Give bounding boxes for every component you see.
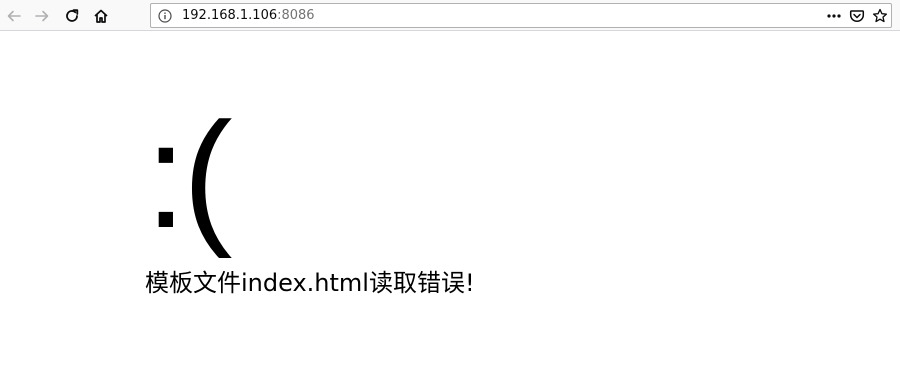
bookmark-button[interactable] — [870, 6, 890, 26]
address-bar[interactable]: 192.168.1.106:8086 — [150, 3, 892, 28]
forward-arrow-icon — [35, 10, 49, 22]
pocket-button[interactable] — [847, 6, 867, 26]
sad-face-emoticon: :( — [145, 91, 233, 259]
url-port: :8086 — [277, 8, 315, 23]
back-arrow-icon — [7, 10, 21, 22]
reload-icon — [66, 9, 79, 22]
page-actions-button[interactable] — [824, 6, 844, 26]
more-dots-icon — [827, 14, 841, 18]
url-text[interactable]: 192.168.1.106:8086 — [182, 7, 315, 25]
forward-button[interactable] — [30, 4, 54, 28]
url-host: 192.168.1.106 — [182, 8, 278, 23]
browser-toolbar: 192.168.1.106:8086 — [0, 0, 900, 31]
info-icon[interactable] — [158, 9, 172, 23]
back-button[interactable] — [2, 4, 26, 28]
star-icon — [872, 8, 888, 23]
home-button[interactable] — [89, 4, 113, 28]
error-message: 模板文件index.html读取错误! — [145, 269, 475, 297]
pocket-icon — [849, 10, 865, 23]
reload-button[interactable] — [60, 4, 84, 28]
home-icon — [94, 9, 108, 23]
